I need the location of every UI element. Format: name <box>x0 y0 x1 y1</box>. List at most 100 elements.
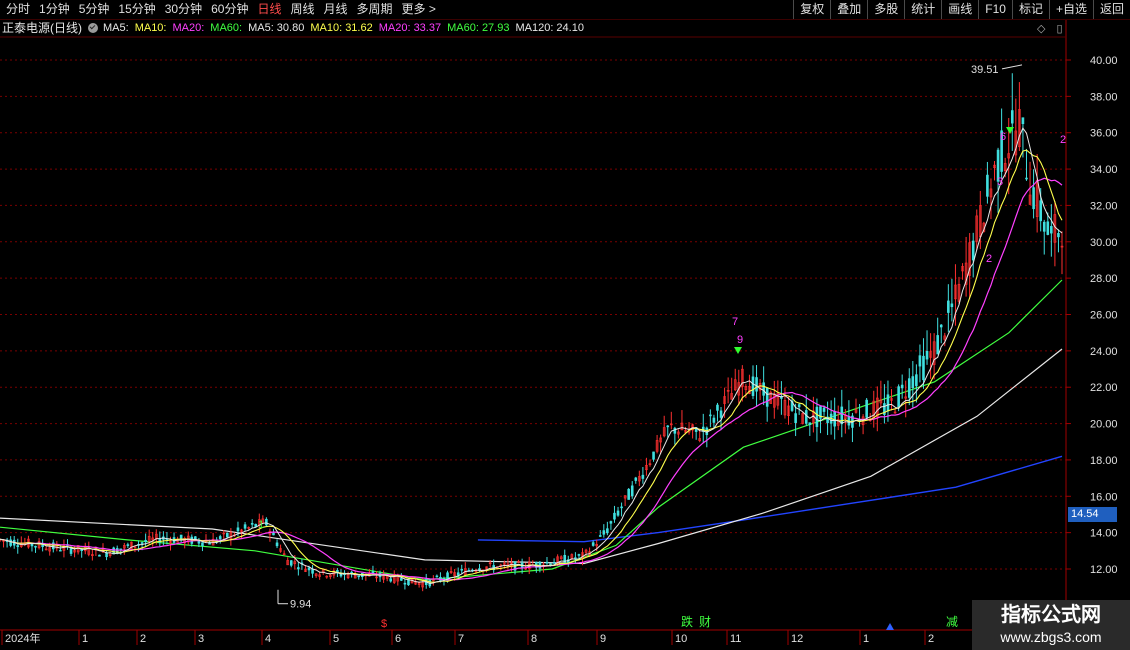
ma60-line <box>0 279 1063 581</box>
candle-body <box>634 477 638 481</box>
candle-body <box>272 532 275 536</box>
candle-body <box>552 562 556 564</box>
ma120-line <box>0 348 1063 565</box>
candle-body <box>311 569 314 574</box>
price-tick-label: 22.00 <box>1090 382 1118 394</box>
price-tick-label: 30.00 <box>1090 237 1118 249</box>
candle-body <box>922 355 925 381</box>
candle-body <box>900 384 904 389</box>
candle-body <box>1042 221 1046 232</box>
candle-body <box>719 410 723 418</box>
candle-body <box>652 451 655 460</box>
sequence-label-0: 7 <box>732 316 738 328</box>
sequence-label-5: 2 <box>986 253 992 265</box>
candle-body <box>435 575 439 578</box>
candle-body <box>925 350 929 360</box>
candle-body <box>403 582 407 585</box>
date-label: 2 <box>140 633 146 645</box>
date-label: 9 <box>600 633 606 645</box>
candle-body <box>126 544 130 546</box>
ma250-line <box>477 455 1063 543</box>
ma5-line <box>0 127 1063 585</box>
sequence-label-1: 9 <box>737 334 743 346</box>
candle-body <box>641 474 645 479</box>
sequence-label-3: 2 <box>1060 134 1066 146</box>
candle-body <box>712 417 716 423</box>
candle-body <box>808 422 812 425</box>
candle-body <box>9 539 12 546</box>
watermark: 指标公式网 www.zbgs3.com <box>972 600 1130 650</box>
candle-body <box>918 355 922 367</box>
candle-body <box>16 545 20 548</box>
candle-body <box>936 335 939 355</box>
candle-body <box>1057 233 1060 238</box>
date-label: 2024年 <box>5 631 40 645</box>
candle-body <box>144 539 147 543</box>
candle-body <box>794 413 797 424</box>
candle-body <box>1032 187 1035 210</box>
sequence-label-2: 6 <box>1000 131 1006 143</box>
candle-body <box>865 399 868 418</box>
low-label: 9.94 <box>290 599 311 611</box>
candle-body <box>804 410 808 424</box>
candle-body <box>666 425 670 428</box>
candle-body <box>218 536 222 540</box>
candle-body <box>620 506 623 509</box>
candle-body <box>297 567 300 570</box>
candle-body <box>797 404 801 408</box>
candle-body <box>460 568 464 571</box>
kline-chart[interactable]: 40.00 38.00 36.00 34.00 32.00 30.00 28.00 26.00… <box>0 0 1130 650</box>
high-pointer <box>1001 64 1023 70</box>
watermark-url: www.zbgs3.com <box>1000 629 1102 645</box>
candle-body <box>630 485 634 497</box>
watermark-title: 指标公式网 <box>1001 604 1101 626</box>
candle-body <box>226 532 229 538</box>
candle-body <box>915 374 918 387</box>
candle-body <box>254 523 258 527</box>
candle-body <box>250 523 254 525</box>
date-label: 3 <box>198 633 204 645</box>
candle-body <box>751 376 755 396</box>
candle-body <box>1025 177 1028 180</box>
candle-body <box>275 542 279 547</box>
candle-body <box>574 557 577 559</box>
candle-body <box>1039 200 1042 222</box>
price-tick-label: 18.00 <box>1090 455 1118 467</box>
candle-body <box>1021 117 1025 125</box>
candle-body <box>289 560 293 566</box>
sequence-label-6: 1 <box>258 519 264 531</box>
candle-body <box>1050 226 1053 234</box>
candle-body <box>591 542 595 546</box>
candle-body <box>41 544 44 547</box>
price-tick-label: 24.00 <box>1090 346 1118 358</box>
candle-body <box>950 303 954 308</box>
candle-body <box>947 300 950 313</box>
ma10-line <box>0 149 1063 583</box>
price-tick-label: 28.00 <box>1090 273 1118 285</box>
price-tick-label: 14.00 <box>1090 528 1118 540</box>
current-price-box: 14.54 <box>1068 507 1117 522</box>
candle-body <box>400 578 403 581</box>
date-label: 11 <box>730 633 741 645</box>
candle-body <box>765 387 769 407</box>
date-label: 1 <box>82 633 88 645</box>
candle-body <box>30 543 34 547</box>
candle-body <box>456 572 460 576</box>
candle-body <box>907 378 911 398</box>
candle-body <box>986 174 989 197</box>
price-tick-label: 26.00 <box>1090 310 1118 322</box>
candle-body <box>307 567 311 571</box>
signal-label-1: 财 <box>699 615 711 629</box>
candle-body <box>59 549 62 552</box>
candle-body <box>755 377 758 392</box>
dollar-marker-icon: $ <box>381 618 387 630</box>
price-tick-label: 36.00 <box>1090 128 1118 140</box>
candle-body <box>243 524 247 529</box>
candle-body <box>709 414 712 417</box>
date-label: 5 <box>333 633 339 645</box>
date-label: 8 <box>531 633 537 645</box>
candle-body <box>1046 221 1050 235</box>
candle-body <box>886 394 890 412</box>
candle-body <box>939 324 943 328</box>
sequence-label-4: 3 <box>997 176 1003 188</box>
